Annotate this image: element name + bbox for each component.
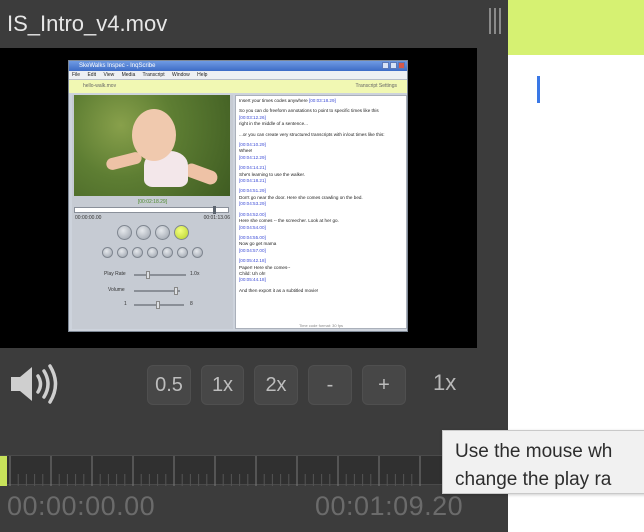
inner-transcript-pane: Insert your times codes anywhere [00:03:… — [235, 95, 407, 329]
inner-window-buttons — [381, 62, 405, 73]
video-viewport[interactable]: SkeWalks Inspec - InqScribe File Edit Vi… — [0, 48, 477, 348]
speaker-icon[interactable] — [9, 362, 59, 406]
inner-media-pane: [00:02:18.29] 00:00:00.00 00:01:13.06 Pl… — [72, 95, 233, 329]
current-rate-label: 1x — [433, 370, 457, 395]
inner-status: Time code format: 30 fps — [298, 323, 344, 328]
inner-timecode: [00:02:18.29] — [137, 199, 168, 205]
inner-third-slider — [134, 301, 184, 309]
transcript-line: So you can do freeform annotations to po… — [239, 108, 379, 120]
rate-half-button[interactable]: 0.5 — [147, 365, 191, 405]
inner-rate-slider — [134, 271, 186, 279]
transcript-line: [00:04:10.29] Whee! [00:04:12.29] — [239, 142, 266, 160]
inner-titlebar: SkeWalks Inspec - InqScribe — [69, 61, 407, 71]
transcript-line: [00:04:55.00] Now go get mama [00:04:57.00… — [239, 234, 277, 253]
transcript-line: [00:04:52.00] Here she comes -- the scree… — [239, 211, 339, 230]
transcript-line: right in the middle of a sentence... — [239, 121, 308, 127]
timeline-ticks — [9, 456, 421, 486]
baby-video-frame — [74, 95, 230, 196]
text-caret — [537, 76, 540, 103]
player-panel: IS_Intro_v4.mov SkeWalks Inspec - InqScr… — [0, 0, 508, 532]
editor-header-bar — [508, 0, 644, 55]
transcript-line: [00:04:51.29] Don't go near the door. Her… — [239, 188, 363, 207]
timeline-end-time: 00:01:09.20 — [315, 491, 464, 521]
panel-resize-grip[interactable] — [487, 8, 503, 34]
inner-step-buttons — [72, 245, 233, 263]
inner-transport-buttons — [72, 225, 233, 245]
transcript-line: And then export it as a subtitled movie! — [239, 287, 319, 293]
timeline-start-time: 00:00:00.00 — [7, 491, 156, 521]
transcript-line: ...or you can create very structured tra… — [239, 131, 385, 137]
inner-menubar: File Edit View Media Transcript Window H… — [69, 71, 407, 80]
transcript-line: Child: Uh oh! [00:05:44.18] — [239, 270, 266, 283]
inner-media-bar: hello-walk.mov Transcript Settings — [69, 80, 407, 93]
inner-scrubber — [74, 206, 229, 214]
transcript-line: [00:04:14.21] She's learning to use the w… — [239, 165, 305, 184]
play-rate-tooltip: Use the mouse wh change the play ra — [442, 430, 644, 494]
rate-decrease-button[interactable]: - — [308, 365, 352, 405]
rate-1x-button[interactable]: 1x — [201, 365, 244, 405]
video-frame-app-screenshot: SkeWalks Inspec - InqScribe File Edit Vi… — [68, 60, 408, 332]
transcript-line: Insert your times codes anywhere [00:03:… — [239, 98, 336, 103]
inner-volume-slider — [134, 287, 180, 295]
rate-2x-button[interactable]: 2x — [254, 365, 298, 405]
rate-increase-button[interactable]: + — [362, 365, 406, 405]
movie-title: IS_Intro_v4.mov — [7, 11, 168, 36]
timeline-scrubber[interactable] — [0, 455, 508, 486]
transcript-line: [00:05:42.18] Paper! Here she comes-- — [239, 258, 291, 270]
